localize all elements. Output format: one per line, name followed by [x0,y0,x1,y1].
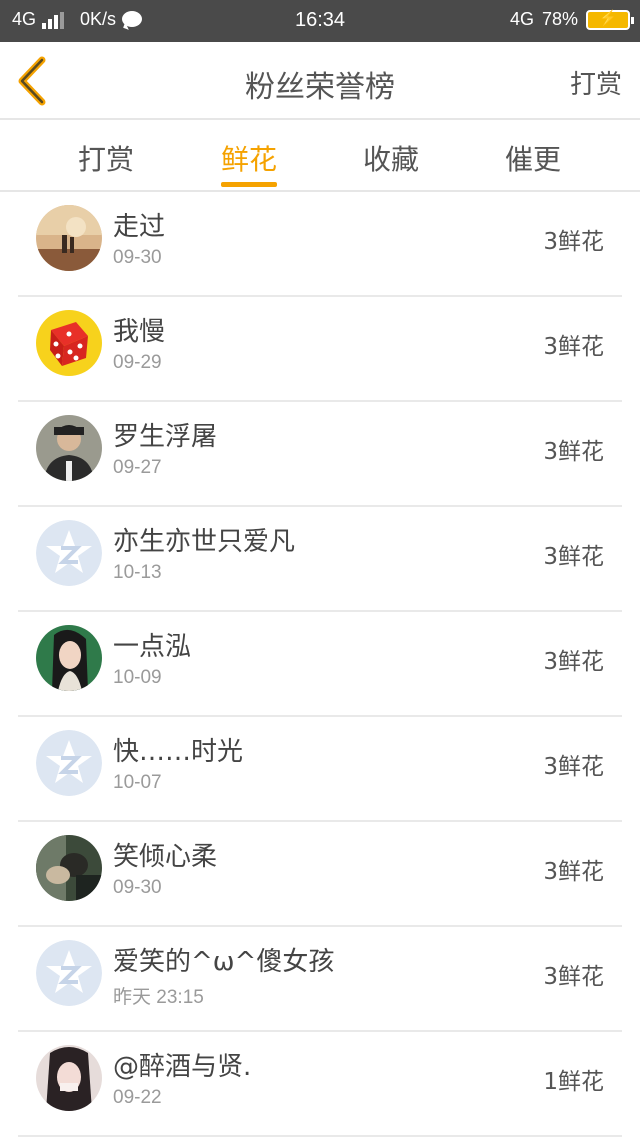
battery-icon: ⚡ [586,9,634,30]
flower-count: 3鲜花 [543,964,604,990]
flower-count: 3鲜花 [543,334,604,360]
list-item[interactable]: 走过 09-30 3鲜花 [18,192,622,297]
flower-count: 3鲜花 [543,754,604,780]
avatar [36,1045,102,1111]
list-item[interactable]: 笑倾心柔 09-30 3鲜花 [18,822,622,927]
list-item[interactable]: 亦生亦世只爱凡 10-13 3鲜花 [18,507,622,612]
default-avatar-icon [36,730,102,796]
user-name: 我慢 [113,317,166,347]
tab-bar: 打赏 鲜花 收藏 催更 [0,120,640,192]
avatar [36,310,102,376]
flower-count: 3鲜花 [543,229,604,255]
user-name: 笑倾心柔 [113,842,218,872]
user-name: @醉酒与贤. [113,1052,252,1082]
flower-count: 3鲜花 [543,439,604,465]
gift-date: 09-30 [113,877,162,898]
gift-date: 09-27 [113,457,162,478]
gift-date: 10-13 [113,562,162,583]
page-title: 粉丝荣誉榜 [245,70,395,105]
list-item[interactable]: 快……时光 10-07 3鲜花 [18,717,622,822]
reward-button[interactable]: 打赏 [570,64,622,101]
tab-active-indicator [221,182,277,187]
gift-date: 09-30 [113,247,162,268]
flower-count: 1鲜花 [543,1069,604,1095]
user-name: 爱笑的^ω^傻女孩 [113,947,335,977]
avatar [36,205,102,271]
list-item[interactable]: @醉酒与贤. 09-22 1鲜花 [18,1032,622,1137]
gift-date: 10-07 [113,772,162,793]
flower-count: 3鲜花 [543,859,604,885]
list-item[interactable]: 我慢 09-29 3鲜花 [18,297,622,402]
tab-urge-update[interactable]: 催更 [473,138,593,178]
user-name: 一点泓 [113,632,192,662]
flower-count: 3鲜花 [543,544,604,570]
list-item[interactable]: 爱笑的^ω^傻女孩 昨天 23:15 3鲜花 [18,927,622,1032]
default-avatar-icon [36,520,102,586]
battery-percent: 78% [541,9,578,29]
gift-date: 09-22 [113,1087,162,1108]
network-type-right: 4G [509,9,534,29]
list-item[interactable]: 罗生浮屠 09-27 3鲜花 [18,402,622,507]
avatar [36,415,102,481]
list-item[interactable]: 一点泓 10-09 3鲜花 [18,612,622,717]
user-name: 快……时光 [113,737,244,767]
avatar [36,625,102,691]
gift-date: 昨天 23:15 [113,987,204,1008]
user-name: 走过 [113,212,166,242]
status-right: 4G 78% ⚡ [509,9,634,30]
user-name: 亦生亦世只爱凡 [113,527,296,557]
flower-count: 3鲜花 [543,649,604,675]
tab-flowers[interactable]: 鲜花 [189,138,309,178]
status-bar: 4G 0K/s 16:34 4G 78% ⚡ [0,0,640,42]
user-name: 罗生浮屠 [113,422,218,452]
tab-favorites[interactable]: 收藏 [331,138,451,178]
nav-header: 粉丝荣誉榜 打赏 [0,42,640,120]
tab-reward[interactable]: 打赏 [46,138,166,178]
avatar [36,835,102,901]
default-avatar-icon [36,940,102,1006]
gift-date: 09-29 [113,352,162,373]
gift-date: 10-09 [113,667,162,688]
